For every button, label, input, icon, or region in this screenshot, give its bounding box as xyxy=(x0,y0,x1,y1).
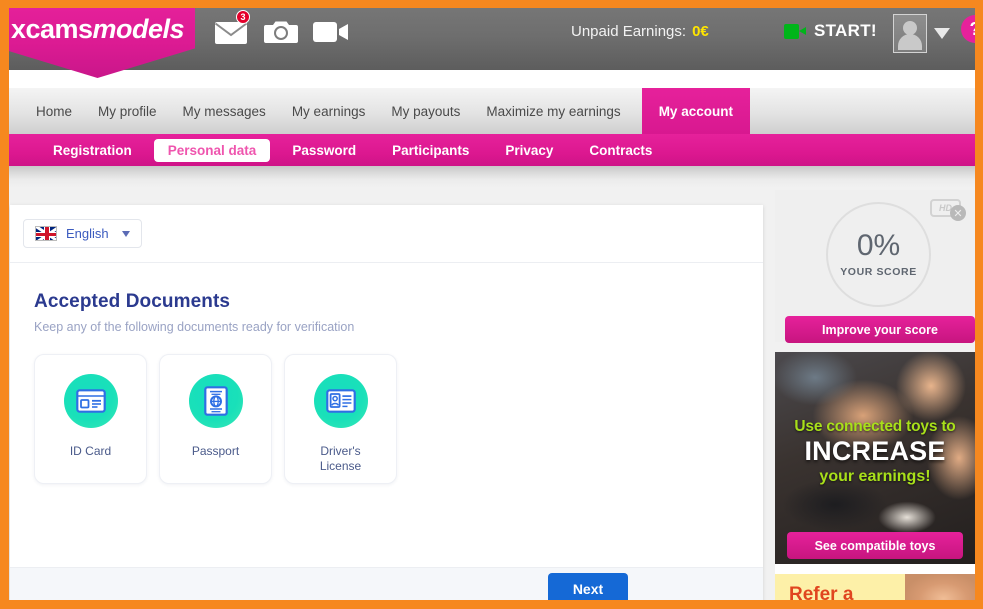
nav-item-my-payouts[interactable]: My payouts xyxy=(378,88,473,134)
document-card-label: Driver's License xyxy=(319,444,362,473)
camera-icon[interactable] xyxy=(261,15,301,49)
page-background-shadow xyxy=(9,166,975,188)
subnav-item-registration[interactable]: Registration xyxy=(39,140,146,161)
nav-item-my-profile[interactable]: My profile xyxy=(85,88,170,134)
subnav-item-privacy[interactable]: Privacy xyxy=(491,140,567,161)
chevron-down-icon[interactable] xyxy=(934,28,950,39)
document-card-passport[interactable]: Passport xyxy=(159,354,272,484)
document-card-list: ID Card Passport Driver's License xyxy=(34,354,763,484)
avatar[interactable] xyxy=(893,14,927,53)
page-root: 3 Unpaid Earnings: 0€ START! xcamsmodels… xyxy=(0,0,983,609)
document-card-label: ID Card xyxy=(69,444,112,458)
subnav-item-password[interactable]: Password xyxy=(278,140,370,161)
video-camera-icon[interactable] xyxy=(311,15,351,49)
start-broadcast-button[interactable]: START! xyxy=(784,21,877,41)
unpaid-earnings-label: Unpaid Earnings: xyxy=(571,23,687,40)
see-compatible-toys-button[interactable]: See compatible toys xyxy=(787,532,963,559)
main-navigation: Home My profile My messages My earnings My p… xyxy=(9,88,975,134)
window-frame-bottom xyxy=(0,600,983,609)
start-label: START! xyxy=(814,21,877,40)
nav-item-maximize-my-earnings[interactable]: Maximize my earnings xyxy=(473,88,633,134)
document-card-id-card[interactable]: ID Card xyxy=(34,354,147,484)
sidebar-gap xyxy=(775,564,975,574)
page-subtitle: Keep any of the following documents read… xyxy=(34,320,355,334)
envelope-icon[interactable]: 3 xyxy=(211,10,251,49)
score-widget: HD ✕ 0% YOUR SCORE Improve your score xyxy=(775,190,975,343)
header-icon-group: 3 xyxy=(211,10,351,49)
promo-line-2: INCREASE xyxy=(804,436,946,466)
logo-prefix: xcams xyxy=(10,14,93,44)
passport-icon xyxy=(188,374,243,428)
green-video-icon xyxy=(784,23,806,39)
uk-flag-icon xyxy=(35,226,57,241)
window-frame-right xyxy=(975,0,983,609)
document-card-driver-s-license[interactable]: Driver's License xyxy=(284,354,397,484)
unpaid-earnings-value: 0€ xyxy=(692,23,709,40)
chevron-down-icon xyxy=(121,230,130,237)
hd-badge[interactable]: HD ✕ xyxy=(930,199,966,221)
drivers-license-icon xyxy=(313,374,368,428)
nav-item-my-earnings[interactable]: My earnings xyxy=(279,88,379,134)
main-content-card: English Accepted Documents Keep any of t… xyxy=(10,205,763,609)
message-count-badge: 3 xyxy=(236,10,250,24)
nav-item-my-account[interactable]: My account xyxy=(641,88,750,134)
avatar-head-shape xyxy=(903,21,917,35)
nav-item-home[interactable]: Home xyxy=(23,88,85,134)
subnav-item-personal-data[interactable]: Personal data xyxy=(153,138,271,162)
promo-line-3: your earnings! xyxy=(819,468,931,485)
accepted-documents-section: Accepted Documents Keep any of the follo… xyxy=(10,263,763,484)
window-frame-left xyxy=(0,0,9,609)
improve-score-button[interactable]: Improve your score xyxy=(785,316,975,343)
score-percent: 0% xyxy=(856,229,901,262)
score-label: YOUR SCORE xyxy=(840,266,917,278)
language-label: English xyxy=(66,226,109,241)
score-gauge: 0% YOUR SCORE xyxy=(826,202,931,307)
language-row: English xyxy=(10,205,763,263)
window-frame-top xyxy=(0,0,983,8)
sub-navigation: Registration Personal data Password Partici… xyxy=(9,134,975,166)
avatar-body-shape xyxy=(898,34,922,50)
subnav-item-contracts[interactable]: Contracts xyxy=(575,140,666,161)
logo-text: xcamsmodels xyxy=(10,14,185,45)
close-icon[interactable]: ✕ xyxy=(950,205,966,221)
id-card-icon xyxy=(63,374,118,428)
unpaid-earnings: Unpaid Earnings: 0€ xyxy=(571,23,709,40)
main-nav-items: Home My profile My messages My earnings My p… xyxy=(9,88,975,134)
logo-suffix: models xyxy=(92,14,185,44)
subnav-item-participants[interactable]: Participants xyxy=(378,140,483,161)
promo-banner-toys[interactable]: Use connected toys to INCREASE your earn… xyxy=(775,352,975,564)
document-card-label: Passport xyxy=(191,444,240,458)
language-selector[interactable]: English xyxy=(23,219,142,248)
page-title: Accepted Documents xyxy=(34,291,231,312)
nav-item-my-messages[interactable]: My messages xyxy=(170,88,279,134)
promo-line-1: Use connected toys to xyxy=(794,418,956,435)
